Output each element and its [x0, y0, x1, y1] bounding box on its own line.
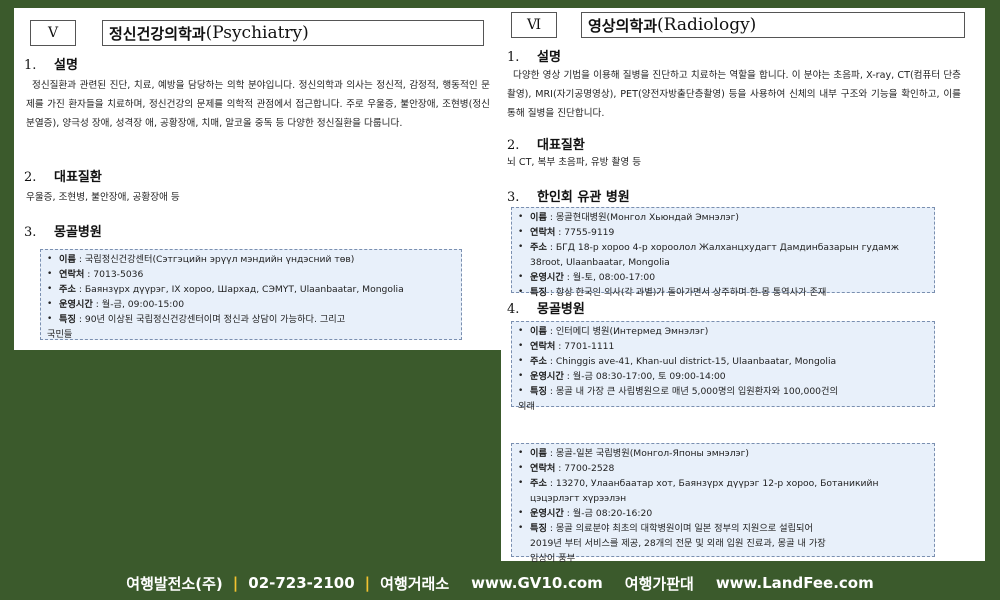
- section-heading: 1. 설명: [24, 58, 78, 73]
- agency-label: 여행거래소: [380, 574, 450, 593]
- section-heading: 2. 대표질환: [507, 138, 585, 153]
- hospital-hours: 운영시간 : 월-금 08:20-16:20: [518, 506, 928, 521]
- hospital-address: 주소 : БГД 18-р хороо 4-р хороолол Жалханц…: [518, 240, 928, 270]
- description-text: 정신질환과 관련된 진단, 치료, 예방을 담당하는 의학 분야입니다. 정신의…: [26, 80, 490, 129]
- hospital-address: 주소 : Баянзүрх дүүрэг, IX хороо, Шархад, …: [47, 282, 455, 297]
- hospital-name: 이름 : 몽골-일본 국립병원(Монгол-Японы эмнэлэг): [518, 446, 928, 461]
- hospital-info-box: 이름 : 국립정신건강센터(Сэтгэцийн эрүүл мэндийн үн…: [40, 249, 462, 340]
- chapter-number: Ⅵ: [511, 12, 557, 38]
- hospital-feature: 특징 : 몽골 의료분야 최초의 대학병원이며 일본 정부의 지원으로 설립되어…: [518, 521, 928, 566]
- chapter-title: 정신건강의학과 (Psychiatry): [102, 20, 484, 46]
- chapter-number: Ⅴ: [30, 20, 76, 46]
- hospital-address: 주소 : Chinggis ave-41, Khan-uul district-…: [518, 354, 928, 369]
- section-heading: 1. 설명: [507, 50, 561, 65]
- chapter-title-ko: 영상의학과: [588, 16, 658, 35]
- company-phone: 02-723-2100: [248, 574, 355, 592]
- hospital-info-box: 이름 : 인터메디 병원(Интермед Эмнэлэг) 연락처 : 770…: [511, 321, 935, 412]
- description-text: 다양한 영상 기법을 이용해 질병을 진단하고 치료하는 역할을 합니다. 이 …: [507, 70, 961, 119]
- chapter-title-en: (Psychiatry): [205, 23, 309, 43]
- hospital-name: 이름 : 몽골현대병원(Монгол Хьюндай Эмнэлэг): [518, 210, 928, 225]
- hospital-address: 주소 : 13270, Улаанбаатар хот, Баянзүрх дү…: [518, 476, 928, 506]
- section-heading: 3. 몽골병원: [24, 225, 102, 240]
- left-page: Ⅴ 정신건강의학과 (Psychiatry) 1. 설명 정신질환과 관련된 진단,…: [14, 8, 501, 350]
- separator: |: [364, 574, 371, 592]
- diseases-text: 우울증, 조현병, 불안장애, 공황장애 등: [26, 192, 180, 203]
- hospital-phone: 연락처 : 7013-5036: [47, 267, 455, 282]
- hospital-phone: 연락처 : 7755-9119: [518, 225, 928, 240]
- right-page: Ⅵ 영상의학과 (Radiology) 1. 설명 다양한 영상 기법을 이용해 질…: [501, 8, 985, 564]
- section-heading: 3. 한인회 유관 병원: [507, 190, 630, 205]
- agency-url-link[interactable]: www.GV10.com: [471, 574, 603, 592]
- diseases-text: 뇌 CT, 복부 초음파, 유방 촬영 등: [507, 157, 642, 168]
- chapter-title-en: (Radiology): [657, 15, 757, 35]
- section-heading: 2. 대표질환: [24, 170, 102, 185]
- footer-bar: 여행발전소(주) | 02-723-2100 | 여행거래소 www.GV10.…: [0, 566, 1000, 600]
- hospital-phone: 연락처 : 7700-2528: [518, 461, 928, 476]
- hospital-hours: 운영시간 : 월-금, 09:00-15:00: [47, 297, 455, 312]
- separator: |: [232, 574, 239, 592]
- price-label: 여행가판대: [624, 574, 694, 593]
- hospital-feature: 특징 : 90년 이상된 국립정신건강센터이며 정신과 상담이 가능하다. 그리…: [47, 312, 455, 342]
- section-heading: 4. 몽골병원: [507, 302, 585, 317]
- chapter-title-ko: 정신건강의학과: [109, 24, 206, 43]
- hospital-hours: 운영시간 : 월-토, 08:00-17:00: [518, 270, 928, 285]
- korean-hospital-info-box: 이름 : 몽골현대병원(Монгол Хьюндай Эмнэлэг) 연락처 …: [511, 207, 935, 300]
- hospital-info-box: 이름 : 몽골-일본 국립병원(Монгол-Японы эмнэлэг) 연락…: [511, 443, 935, 564]
- hospital-hours: 운영시간 : 월-금 08:30-17:00, 토 09:00-14:00: [518, 369, 928, 384]
- hospital-feature: 특징 : 항상 한국인 의사(각 과별)가 돌아가면서 상주하며 한-몽 통역사…: [518, 285, 928, 300]
- hospital-feature: 특징 : 몽골 내 가장 큰 사립병원으로 매년 5,000명의 입원환자와 1…: [518, 384, 928, 414]
- company-name: 여행발전소(주): [126, 574, 223, 593]
- hospital-phone: 연락처 : 7701-1111: [518, 339, 928, 354]
- chapter-title: 영상의학과 (Radiology): [581, 12, 965, 38]
- price-url-link[interactable]: www.LandFee.com: [716, 574, 874, 592]
- hospital-name: 이름 : 국립정신건강센터(Сэтгэцийн эрүүл мэндийн үн…: [47, 252, 455, 267]
- hospital-name: 이름 : 인터메디 병원(Интермед Эмнэлэг): [518, 324, 928, 339]
